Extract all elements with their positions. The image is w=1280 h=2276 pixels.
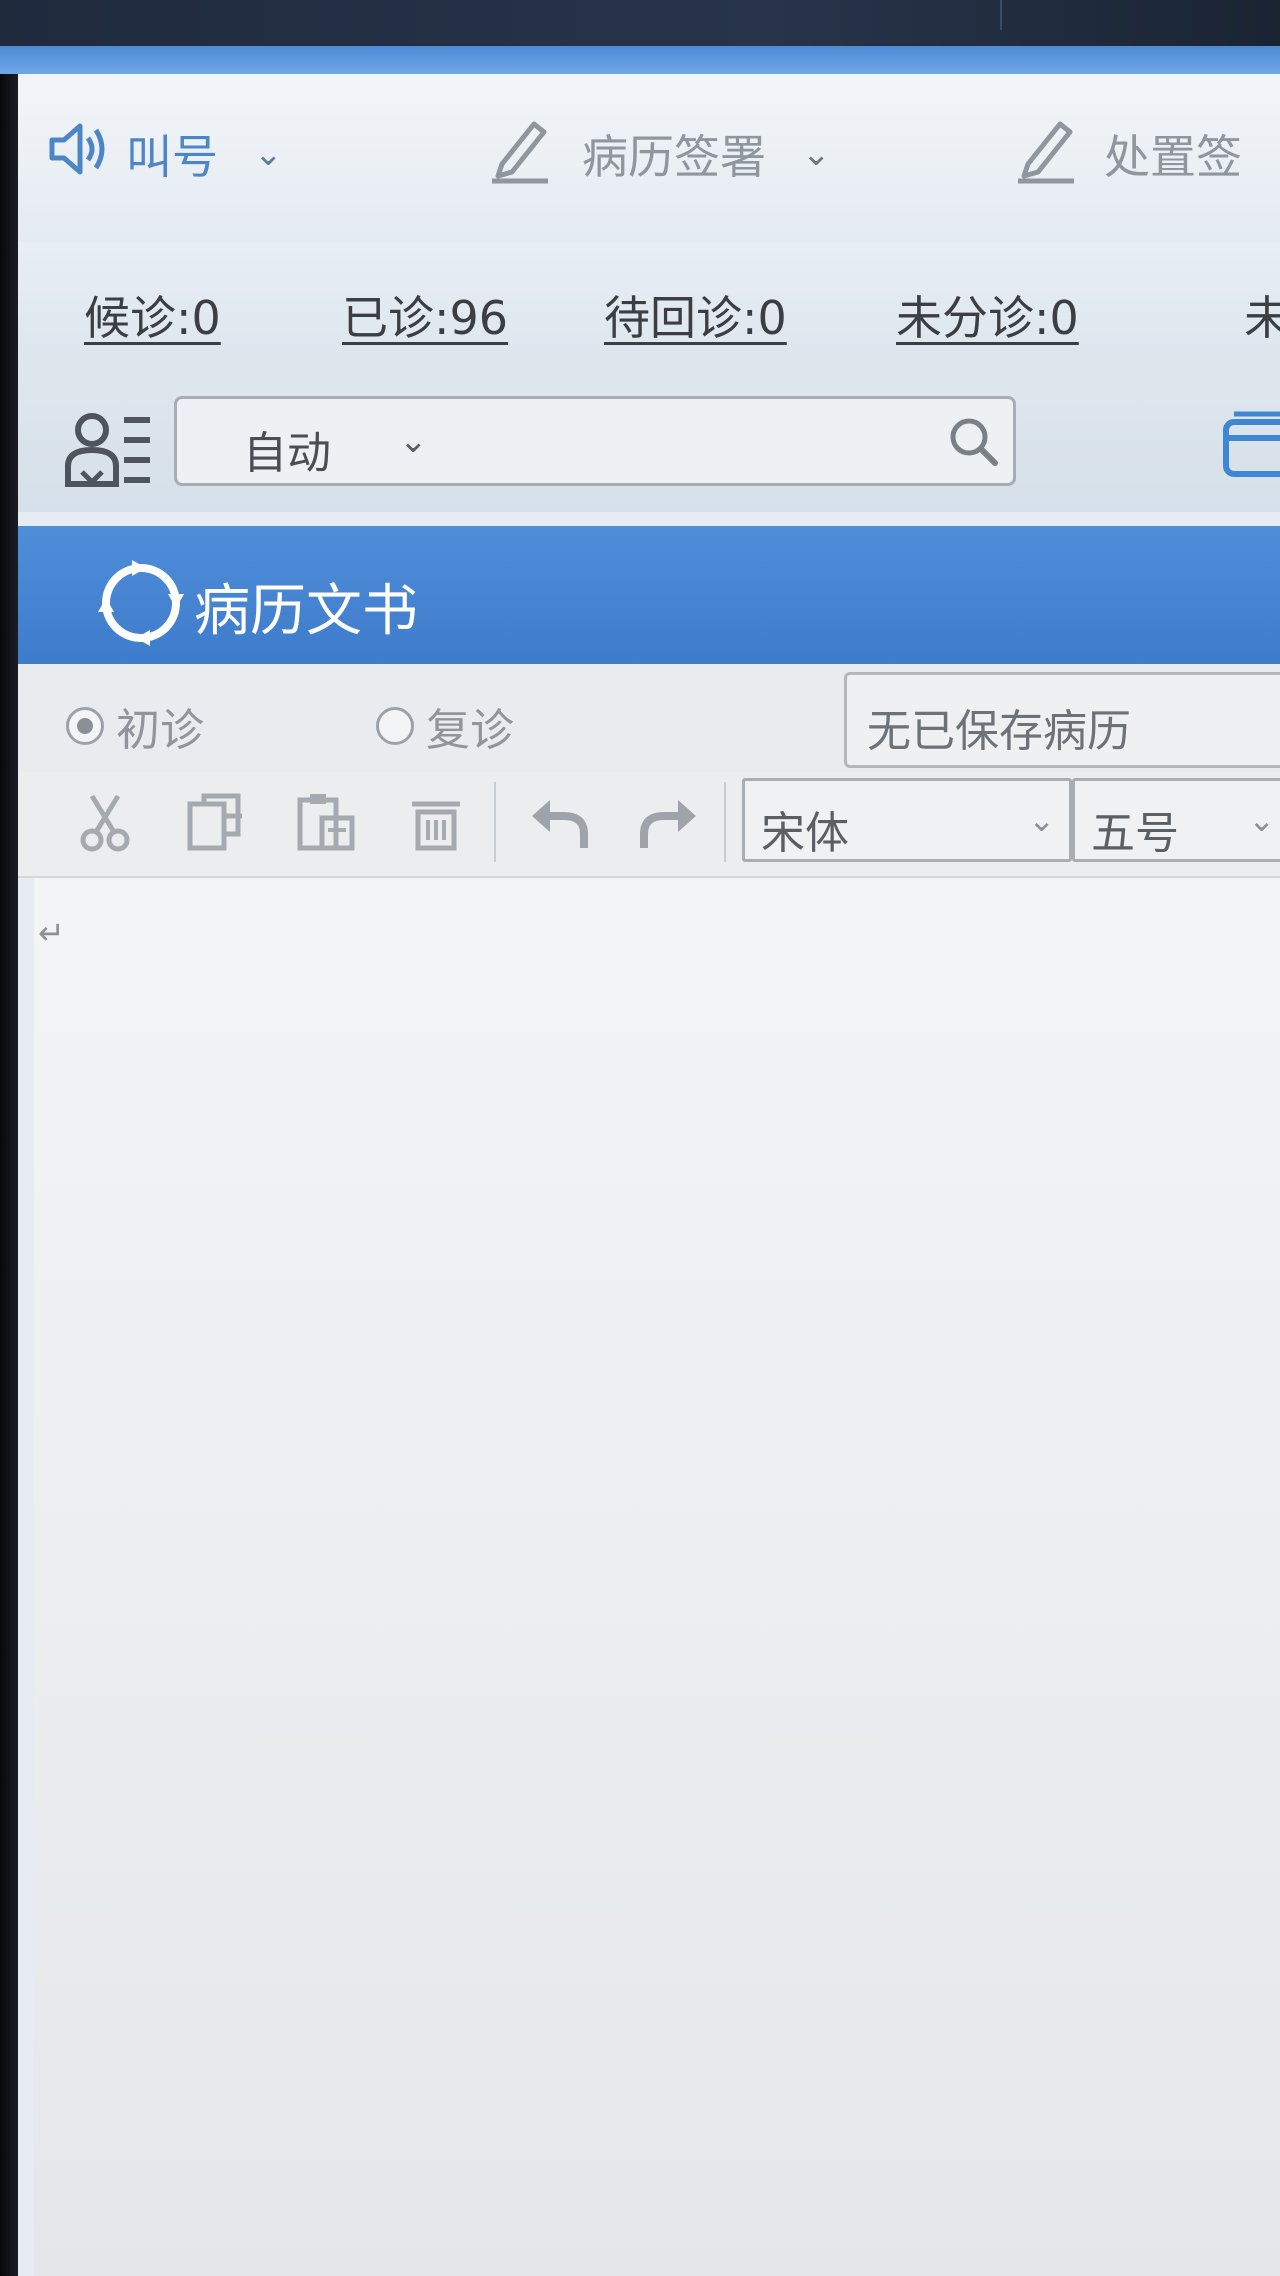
patient-counters-bar: 候诊:0 已诊:96 待回诊:0 未分诊:0 未 <box>18 242 1280 362</box>
card-reader-icon[interactable] <box>1220 408 1280 482</box>
saved-records-value: 无已保存病历 <box>867 706 1131 757</box>
title-strip <box>0 0 1280 46</box>
record-sign-label: 病历签署 <box>582 130 766 184</box>
waiting-count-link[interactable]: 候诊:0 <box>84 282 221 348</box>
delete-icon[interactable] <box>408 790 464 858</box>
editor-toolbar: 宋体 ⌄ 五号 ⌄ <box>18 772 1280 878</box>
pending-return-count-link[interactable]: 待回诊:0 <box>604 282 787 348</box>
saved-records-select[interactable]: 无已保存病历 <box>844 672 1280 768</box>
clipped-count-link[interactable]: 未 <box>1244 282 1280 348</box>
paragraph-mark: ↵ <box>38 914 65 952</box>
font-size-select[interactable]: 五号 ⌄ <box>1072 778 1280 862</box>
search-icon[interactable] <box>943 411 1003 475</box>
patient-selector-row: 自动 ⌄ <box>18 362 1280 512</box>
unassigned-count-link[interactable]: 未分诊:0 <box>896 282 1079 348</box>
redo-icon[interactable] <box>638 790 702 858</box>
refresh-icon[interactable] <box>96 558 186 652</box>
toolbar-divider <box>494 782 496 862</box>
return-visit-label: 复诊 <box>426 705 514 756</box>
screen-bezel <box>0 74 18 2276</box>
copy-icon[interactable] <box>184 790 248 858</box>
chevron-down-icon[interactable]: ⌄ <box>399 421 428 461</box>
pencil-icon <box>488 114 552 195</box>
chevron-down-icon[interactable]: ⌄ <box>254 134 283 174</box>
radio-dot <box>77 718 93 734</box>
title-strip-divider <box>1000 0 1002 30</box>
treatment-sign-button[interactable]: 处置签 <box>1014 114 1242 194</box>
radio-circle[interactable] <box>376 707 414 745</box>
accent-line <box>0 46 1280 74</box>
section-title: 病历文书 <box>194 579 418 644</box>
font-family-value: 宋体 <box>761 808 849 859</box>
patient-list-icon[interactable] <box>64 410 154 494</box>
visit-type-row: 初诊 复诊 无已保存病历 <box>18 664 1280 772</box>
medical-record-header: 病历文书 <box>18 526 1280 664</box>
screen: 叫号 ⌄ 病历签署 ⌄ 处置签 候诊:0 已诊:96 待回诊:0 未分诊:0 未… <box>0 0 1280 2276</box>
call-number-label: 叫号 <box>126 130 218 184</box>
pencil-icon <box>1014 114 1078 195</box>
chevron-down-icon[interactable]: ⌄ <box>1028 801 1055 839</box>
radio-first-visit[interactable]: 初诊 <box>66 694 204 758</box>
radio-return-visit[interactable]: 复诊 <box>376 694 514 758</box>
document-editor[interactable]: ↵ <box>34 878 1280 2276</box>
main-toolbar: 叫号 ⌄ 病历签署 ⌄ 处置签 <box>18 74 1280 244</box>
radio-circle[interactable] <box>66 707 104 745</box>
font-size-value: 五号 <box>1091 808 1179 859</box>
seen-count-link[interactable]: 已诊:96 <box>342 282 508 348</box>
call-mode-select[interactable]: 自动 ⌄ <box>174 396 1016 486</box>
treatment-sign-label: 处置签 <box>1104 130 1242 184</box>
font-family-select[interactable]: 宋体 ⌄ <box>742 778 1072 862</box>
undo-icon[interactable] <box>526 790 590 858</box>
cut-icon[interactable] <box>78 790 134 858</box>
paste-icon[interactable] <box>294 790 358 858</box>
speaker-icon <box>46 118 108 191</box>
call-number-button[interactable]: 叫号 ⌄ <box>46 114 283 194</box>
record-sign-button[interactable]: 病历签署 ⌄ <box>488 114 831 194</box>
chevron-down-icon[interactable]: ⌄ <box>802 134 831 174</box>
first-visit-label: 初诊 <box>116 705 204 756</box>
toolbar-divider <box>724 782 726 862</box>
chevron-down-icon[interactable]: ⌄ <box>1248 801 1275 839</box>
call-mode-value: 自动 <box>243 428 331 479</box>
